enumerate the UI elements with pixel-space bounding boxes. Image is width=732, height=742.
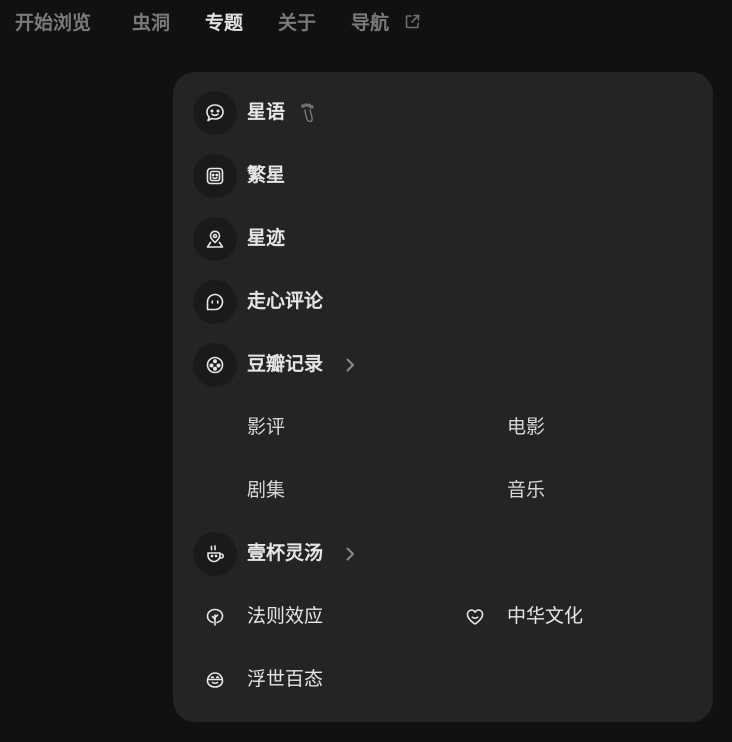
submenu-item-yingping[interactable]: 影评 (247, 414, 285, 440)
menu-item-fushi-baitai[interactable]: 浮世百态 (173, 658, 433, 702)
nav-navigation[interactable]: 导航 (351, 10, 389, 36)
cup-icon (193, 532, 237, 576)
face-icon (193, 658, 237, 702)
menu-item-zouxin-pinglun[interactable]: 走心评论 (173, 280, 713, 324)
menu-item-yibei-lingtang[interactable]: 壹杯灵汤 (173, 532, 713, 576)
menu-item-xingyu[interactable]: 星语 (173, 91, 713, 135)
menu-item-douban-jilu[interactable]: 豆瓣记录 (173, 343, 713, 387)
comment-icon (193, 280, 237, 324)
nav-start-browse[interactable]: 开始浏览 (15, 10, 91, 36)
menu-item-fanxing[interactable]: 繁星 (173, 154, 713, 198)
chevron-right-icon (345, 357, 355, 373)
menu-item-label: 走心评论 (247, 290, 324, 312)
external-link-icon (404, 13, 421, 30)
submenu-item-dianying[interactable]: 电影 (507, 414, 545, 440)
heart-icon (453, 595, 497, 639)
footprint-icon (299, 103, 317, 123)
menu-item-label: 浮世百态 (247, 668, 324, 690)
nav-wormhole[interactable]: 虫洞 (132, 10, 170, 36)
map-pin-icon (193, 217, 237, 261)
chevron-right-icon (345, 546, 355, 562)
menu-item-faze-xiaoying[interactable]: 法则效应 (173, 595, 433, 639)
menu-item-zhonghua-wenhua[interactable]: 中华文化 (433, 595, 693, 639)
menu-item-label: 豆瓣记录 (247, 353, 324, 375)
menu-item-label: 星迹 (247, 227, 286, 249)
film-reel-icon (193, 343, 237, 387)
chat-smile-icon (193, 91, 237, 135)
submenu-item-yinyue[interactable]: 音乐 (507, 477, 545, 503)
photo-frame-icon (193, 154, 237, 198)
menu-item-label: 壹杯灵汤 (247, 542, 324, 564)
menu-item-label: 繁星 (247, 164, 286, 186)
nav-about[interactable]: 关于 (278, 10, 316, 36)
menu-item-xingji[interactable]: 星迹 (173, 217, 713, 261)
leaf-icon (193, 595, 237, 639)
menu-item-label: 法则效应 (247, 605, 324, 627)
menu-item-label: 中华文化 (507, 605, 584, 627)
submenu-item-juji[interactable]: 剧集 (247, 477, 285, 503)
top-nav: 开始浏览 虫洞 专题 关于 导航 (0, 0, 732, 48)
submenu-row: 剧集 音乐 (173, 469, 713, 513)
nav-topics[interactable]: 专题 (205, 10, 243, 36)
menu-item-label: 星语 (247, 101, 286, 123)
topics-dropdown-panel: 星语 繁星 星迹 走心评论 豆瓣记录 影评 电影 剧集 音乐 壹杯灵汤 法则效应… (173, 72, 713, 722)
submenu-row: 影评 电影 (173, 406, 713, 450)
